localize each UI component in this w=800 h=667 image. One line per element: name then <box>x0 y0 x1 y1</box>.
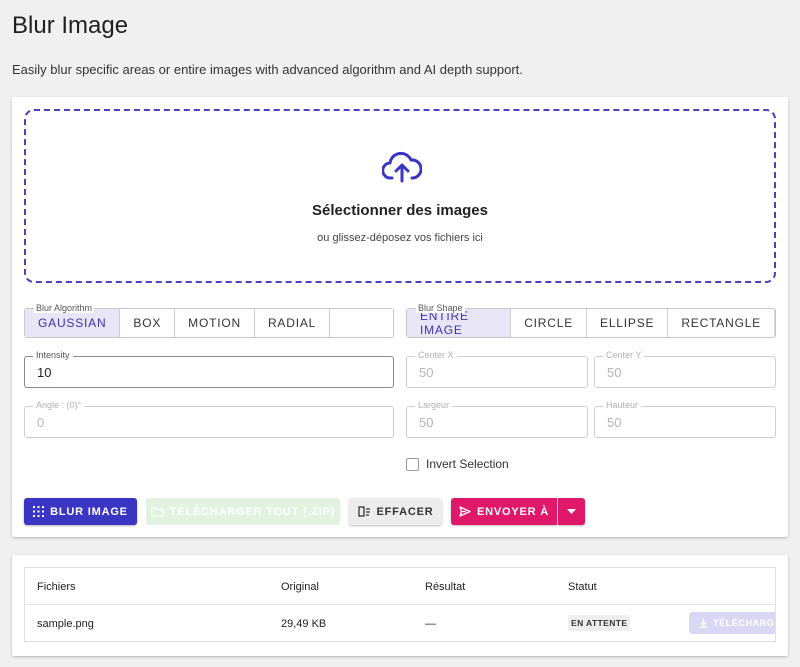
clear-list-icon <box>357 506 370 517</box>
clear-button[interactable]: EFFACER <box>349 498 442 525</box>
center-y-label: Center Y <box>603 350 645 360</box>
download-icon <box>699 618 708 628</box>
send-to-label: ENVOYER À <box>477 505 549 518</box>
shape-entire-image[interactable]: ENTIRE IMAGE <box>407 309 512 337</box>
hauteur-field: Hauteur 50 <box>594 400 776 438</box>
table-divider <box>25 604 775 605</box>
caret-down-icon <box>567 509 576 514</box>
blur-algorithm-legend: Blur Algorithm <box>34 303 95 313</box>
files-card: Fichiers Original Résultat Statut sample… <box>12 555 788 656</box>
column-header-result: Résultat <box>425 581 466 593</box>
download-all-zip-button[interactable]: TÉLÉCHARGER TOUT (.ZIP) <box>146 498 340 525</box>
algorithm-radial[interactable]: RADIAL <box>254 309 331 337</box>
center-x-field: Center X 50 <box>406 350 588 388</box>
largeur-label: Largeur <box>415 400 453 410</box>
dropzone-title: Sélectionner des images <box>312 202 488 219</box>
row-download-label: TÉLÉCHARGER <box>713 618 775 628</box>
intensity-value: 10 <box>37 365 52 380</box>
clear-label: EFFACER <box>376 505 434 518</box>
folder-icon <box>151 507 164 517</box>
row-download-button[interactable]: TÉLÉCHARGER <box>689 612 775 634</box>
cell-file-name: sample.png <box>37 618 94 630</box>
blur-image-label: BLUR IMAGE <box>50 505 128 518</box>
cell-result: — <box>425 618 436 630</box>
column-header-status: Statut <box>568 581 597 593</box>
angle-field: Angle : (0)° 0 <box>24 400 394 438</box>
page-subtitle: Easily blur specific areas or entire ima… <box>12 62 523 77</box>
blur-shape-legend: Blur Shape <box>416 303 465 313</box>
send-to-button[interactable]: ENVOYER À <box>451 498 557 525</box>
invert-selection-checkbox[interactable] <box>406 458 419 471</box>
blur-image-button[interactable]: BLUR IMAGE <box>24 498 137 525</box>
blur-settings-card: Sélectionner des images ou glissez-dépos… <box>12 97 788 537</box>
shape-circle[interactable]: CIRCLE <box>511 309 588 337</box>
center-x-label: Center X <box>415 350 457 360</box>
send-icon <box>459 506 471 517</box>
files-table: Fichiers Original Résultat Statut sample… <box>24 567 776 642</box>
shape-ellipse[interactable]: ELLIPSE <box>587 309 669 337</box>
intensity-label: Intensity <box>33 350 73 360</box>
hauteur-label: Hauteur <box>603 400 642 410</box>
send-to-dropdown-button[interactable] <box>558 498 585 525</box>
algorithm-motion[interactable]: MOTION <box>175 309 255 337</box>
image-dropzone[interactable]: Sélectionner des images ou glissez-dépos… <box>24 109 776 283</box>
column-header-original: Original <box>281 581 319 593</box>
shape-rectangle[interactable]: RECTANGLE <box>668 309 775 337</box>
column-header-files: Fichiers <box>37 581 76 593</box>
grid-dots-icon <box>33 506 45 517</box>
page-title: Blur Image <box>12 12 129 39</box>
status-badge: EN ATTENTE <box>568 615 631 631</box>
angle-label: Angle : (0)° <box>33 400 85 410</box>
center-y-field: Center Y 50 <box>594 350 776 388</box>
angle-value: 0 <box>37 415 45 430</box>
center-y-value: 50 <box>607 365 622 380</box>
download-all-label: TÉLÉCHARGER TOUT (.ZIP) <box>169 505 336 518</box>
cell-original-size: 29,49 KB <box>281 618 327 630</box>
invert-selection-label: Invert Selection <box>426 457 509 471</box>
algorithm-gaussian[interactable]: GAUSSIAN <box>25 309 121 337</box>
algorithm-box[interactable]: BOX <box>120 309 176 337</box>
largeur-value: 50 <box>419 415 434 430</box>
cloud-upload-icon <box>382 151 422 183</box>
largeur-field: Largeur 50 <box>406 400 588 438</box>
hauteur-value: 50 <box>607 415 622 430</box>
center-x-value: 50 <box>419 365 434 380</box>
dropzone-subtitle: ou glissez-déposez vos fichiers ici <box>317 232 483 244</box>
intensity-field[interactable]: Intensity 10 <box>24 350 394 388</box>
